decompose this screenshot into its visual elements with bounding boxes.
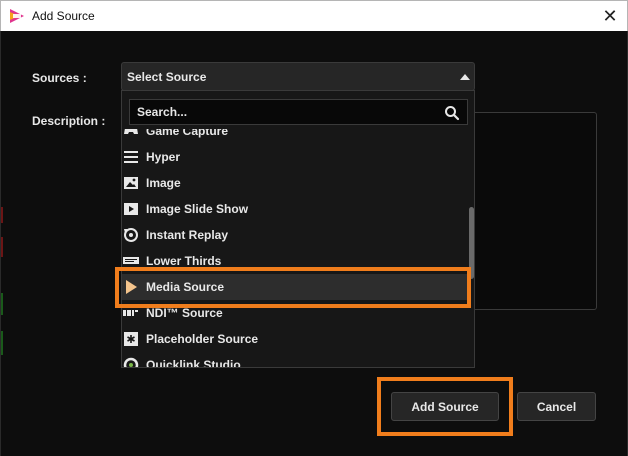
app-logo-icon: [10, 9, 24, 23]
replay-icon: [124, 228, 138, 242]
list-item-label: Lower Thirds: [146, 254, 222, 268]
list-item-hyper[interactable]: Hyper: [122, 144, 467, 170]
list-item-quicklink-studio[interactable]: Quicklink Studio: [122, 352, 467, 368]
edge-mark: [1, 293, 3, 315]
source-select[interactable]: Select Source: [121, 62, 475, 91]
list-item-game-capture[interactable]: Game Capture: [122, 129, 467, 144]
dropdown-scrollbar[interactable]: [468, 129, 474, 367]
list-item-label: Game Capture: [146, 129, 229, 138]
sources-label: Sources :: [32, 71, 87, 85]
search-input[interactable]: [137, 105, 427, 119]
source-list: Game Capture Hyper Image Image Slide Sho…: [122, 129, 467, 368]
list-item-label: Instant Replay: [146, 228, 229, 242]
edge-mark: [1, 331, 3, 355]
image-icon: [124, 177, 138, 189]
description-label: Description :: [32, 114, 106, 128]
search-box[interactable]: [129, 99, 468, 125]
gamepad-icon: [124, 129, 138, 134]
search-icon[interactable]: [444, 105, 460, 121]
edge-mark: [1, 207, 3, 223]
asterisk-icon: [124, 332, 138, 346]
source-dropdown-list: Game Capture Hyper Image Image Slide S: [121, 90, 475, 368]
quicklink-icon: [123, 357, 139, 367]
chevron-up-icon[interactable]: [460, 74, 470, 80]
highlight-add-source-button: [377, 377, 513, 436]
list-item-image-slide-show[interactable]: Image Slide Show: [122, 196, 467, 222]
list-item-label: Quicklink Studio: [146, 358, 241, 368]
title-bar: Add Source ✕: [0, 0, 628, 31]
edge-mark: [1, 237, 3, 257]
cancel-button[interactable]: Cancel: [517, 392, 596, 421]
close-button[interactable]: ✕: [593, 1, 627, 31]
list-item-placeholder-source[interactable]: Placeholder Source: [122, 326, 467, 352]
list-item-label: Image: [146, 176, 181, 190]
list-item-label: Image Slide Show: [146, 202, 249, 216]
slideshow-icon: [124, 203, 138, 215]
list-item-image[interactable]: Image: [122, 170, 467, 196]
window-title: Add Source: [32, 9, 95, 23]
highlight-media-source: [115, 267, 471, 308]
list-item-instant-replay[interactable]: Instant Replay: [122, 222, 467, 248]
menu-lines-icon: [124, 151, 138, 163]
select-value: Select Source: [127, 70, 207, 84]
description-textarea[interactable]: [473, 112, 597, 310]
list-item-label: Hyper: [146, 150, 181, 164]
list-item-label: NDI™ Source: [146, 306, 223, 320]
list-item-label: Placeholder Source: [146, 332, 259, 346]
